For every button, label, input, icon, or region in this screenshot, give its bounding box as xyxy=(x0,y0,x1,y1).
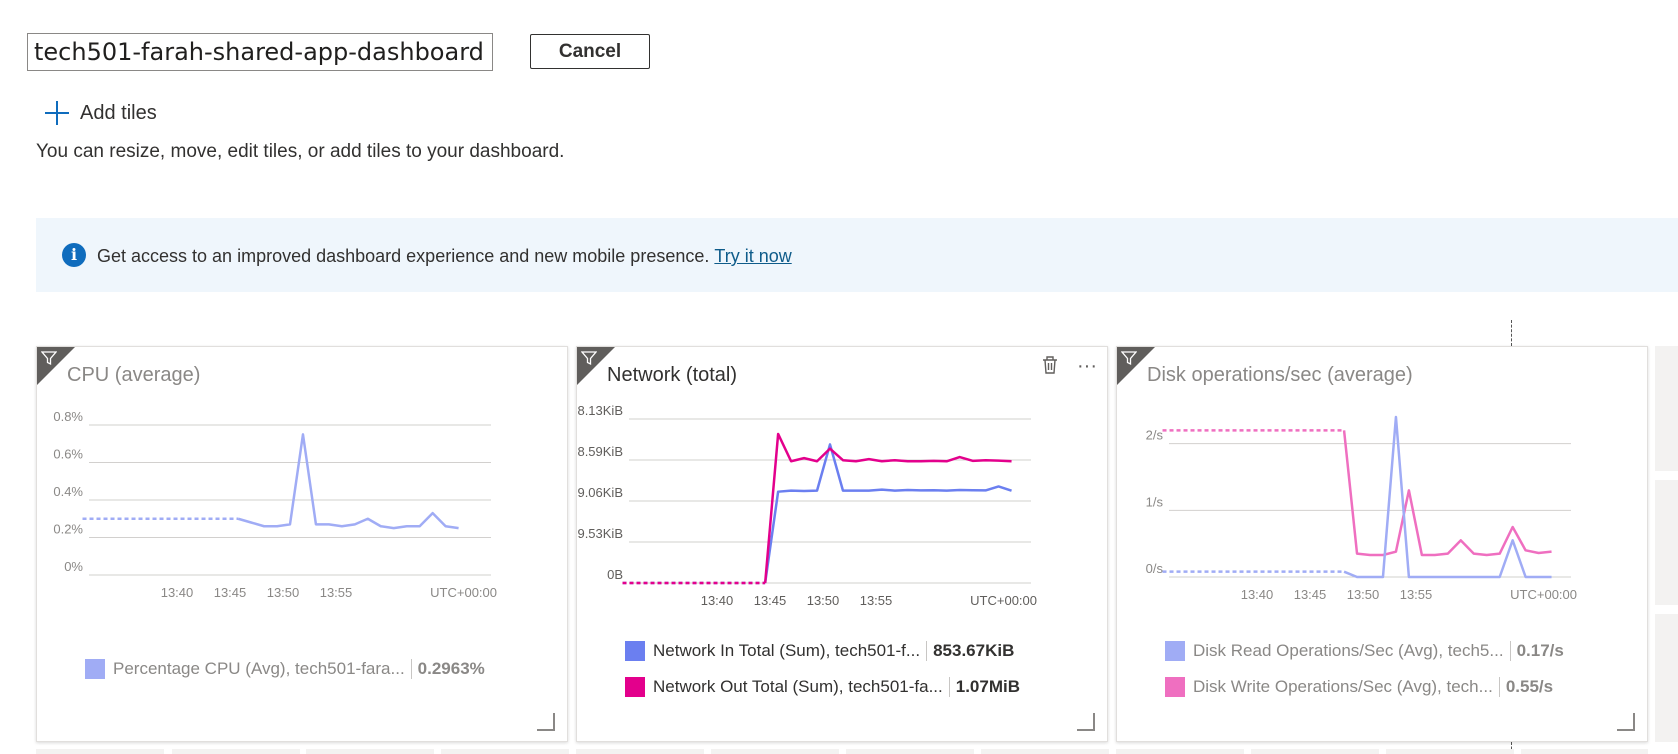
partial-tile xyxy=(1655,346,1678,471)
x-axis-timezone: UTC+00:00 xyxy=(970,593,1037,608)
trash-icon[interactable] xyxy=(1041,355,1059,375)
tile-title: CPU (average) xyxy=(67,364,201,386)
dashboard-hint-text: You can resize, move, edit tiles, or add… xyxy=(36,141,565,162)
tile-title: Network (total) xyxy=(607,364,738,386)
y-tick-label: 39.06KiB xyxy=(577,485,623,500)
legend-value: 0.2963% xyxy=(410,659,485,679)
series-line xyxy=(763,432,1012,584)
series-line xyxy=(1342,430,1552,557)
partial-tile xyxy=(172,749,300,754)
try-it-now-link[interactable]: Try it now xyxy=(714,246,791,266)
y-tick-label: 0/s xyxy=(1146,561,1164,576)
info-icon: i xyxy=(62,243,86,267)
series-line xyxy=(763,443,1012,584)
x-tick-label: 13:55 xyxy=(1400,587,1433,602)
partial-tile xyxy=(36,749,164,754)
x-tick-label: 13:50 xyxy=(1347,587,1380,602)
filter-icon xyxy=(1121,351,1137,366)
legend-swatch xyxy=(85,659,105,679)
legend-item[interactable]: Network In Total (Sum), tech501-f... 853… xyxy=(625,641,1014,661)
add-tiles-button[interactable]: Add tiles xyxy=(44,98,157,128)
y-tick-label: 78.13KiB xyxy=(577,403,623,418)
y-tick-label: 0B xyxy=(607,567,623,582)
partial-tile xyxy=(1386,749,1514,754)
legend-swatch xyxy=(1165,677,1185,697)
legend-label: Disk Write Operations/Sec (Avg), tech... xyxy=(1193,677,1493,696)
drop-guide-line xyxy=(1511,320,1512,346)
resize-handle[interactable] xyxy=(1077,713,1095,731)
plus-icon xyxy=(45,101,69,125)
x-tick-label: 13:40 xyxy=(1241,587,1274,602)
x-tick-label: 13:40 xyxy=(161,585,194,600)
resize-handle[interactable] xyxy=(537,713,555,731)
x-axis-timezone: UTC+00:00 xyxy=(430,585,497,600)
legend-value: 853.67KiB xyxy=(926,641,1014,661)
partial-tile xyxy=(981,749,1109,754)
x-tick-label: 13:45 xyxy=(1294,587,1327,602)
legend-item[interactable]: Network Out Total (Sum), tech501-fa... 1… xyxy=(625,677,1020,697)
partial-tile xyxy=(1655,480,1678,605)
banner-message: Get access to an improved dashboard expe… xyxy=(97,246,792,267)
disk-tile[interactable]: 0/s 1/s 2/s 13:40 13:45 13:50 13:55 UTC+00:00 D… xyxy=(1116,346,1648,742)
resize-handle[interactable] xyxy=(1617,713,1635,731)
legend-item[interactable]: Percentage CPU (Avg), tech501-fara... 0.… xyxy=(85,659,485,679)
network-tile[interactable]: 0B 19.53KiB 39.06KiB 58.59KiB 78.13KiB 13:40 1… xyxy=(576,346,1108,742)
y-tick-label: 2/s xyxy=(1146,428,1164,443)
x-tick-label: 13:55 xyxy=(860,593,893,608)
y-tick-label: 0.4% xyxy=(53,484,83,499)
legend-swatch xyxy=(625,641,645,661)
legend-value: 0.17/s xyxy=(1509,641,1564,661)
cpu-chart: 0% 0.2% 0.4% 0.6% 0.8% 13:40 13:45 13:50 13:55 UT… xyxy=(53,409,497,600)
legend-item[interactable]: Disk Write Operations/Sec (Avg), tech...… xyxy=(1165,677,1553,697)
more-options-icon[interactable]: ··· xyxy=(1077,355,1097,378)
y-tick-label: 1/s xyxy=(1146,494,1164,509)
legend-label: Network In Total (Sum), tech501-f... xyxy=(653,641,921,660)
partial-tile xyxy=(1116,749,1244,754)
legend-value: 1.07MiB xyxy=(948,677,1020,697)
cpu-tile[interactable]: 0% 0.2% 0.4% 0.6% 0.8% 13:40 13:45 13:50 13:55 UT… xyxy=(36,346,568,742)
partial-tile xyxy=(1251,749,1379,754)
x-tick-label: 13:55 xyxy=(320,585,353,600)
partial-tile xyxy=(1521,749,1648,754)
y-tick-label: 19.53KiB xyxy=(577,526,623,541)
y-tick-label: 0.6% xyxy=(53,447,83,462)
partial-tile xyxy=(846,749,974,754)
partial-tile xyxy=(576,749,704,754)
legend-swatch xyxy=(625,677,645,697)
y-tick-label: 0.8% xyxy=(53,409,83,424)
add-tiles-label: Add tiles xyxy=(80,101,157,124)
y-tick-label: 0% xyxy=(64,559,83,574)
partial-tile xyxy=(441,749,569,754)
legend-label: Network Out Total (Sum), tech501-fa... xyxy=(653,677,943,696)
filter-icon xyxy=(581,351,597,366)
legend-item[interactable]: Disk Read Operations/Sec (Avg), tech5...… xyxy=(1165,641,1564,661)
x-tick-label: 13:40 xyxy=(701,593,734,608)
dashboard-name-input[interactable] xyxy=(27,33,493,71)
x-axis-timezone: UTC+00:00 xyxy=(1510,587,1577,602)
legend-label: Percentage CPU (Avg), tech501-fara... xyxy=(113,659,405,678)
banner-text: Get access to an improved dashboard expe… xyxy=(97,246,710,266)
y-tick-label: 0.2% xyxy=(53,522,83,537)
filter-icon xyxy=(41,351,57,366)
x-tick-label: 13:45 xyxy=(214,585,247,600)
x-tick-label: 13:45 xyxy=(754,593,787,608)
series-line xyxy=(237,433,459,530)
x-tick-label: 13:50 xyxy=(807,593,840,608)
legend-value: 0.55/s xyxy=(1498,677,1553,697)
partial-tile xyxy=(1655,614,1678,742)
cancel-button[interactable]: Cancel xyxy=(530,34,650,69)
partial-tile xyxy=(306,749,434,754)
legend-swatch xyxy=(1165,641,1185,661)
legend-label: Disk Read Operations/Sec (Avg), tech5... xyxy=(1193,641,1504,660)
partial-tile xyxy=(711,749,839,754)
y-tick-label: 58.59KiB xyxy=(577,444,623,459)
x-tick-label: 13:50 xyxy=(267,585,300,600)
tile-title: Disk operations/sec (average) xyxy=(1147,364,1413,386)
